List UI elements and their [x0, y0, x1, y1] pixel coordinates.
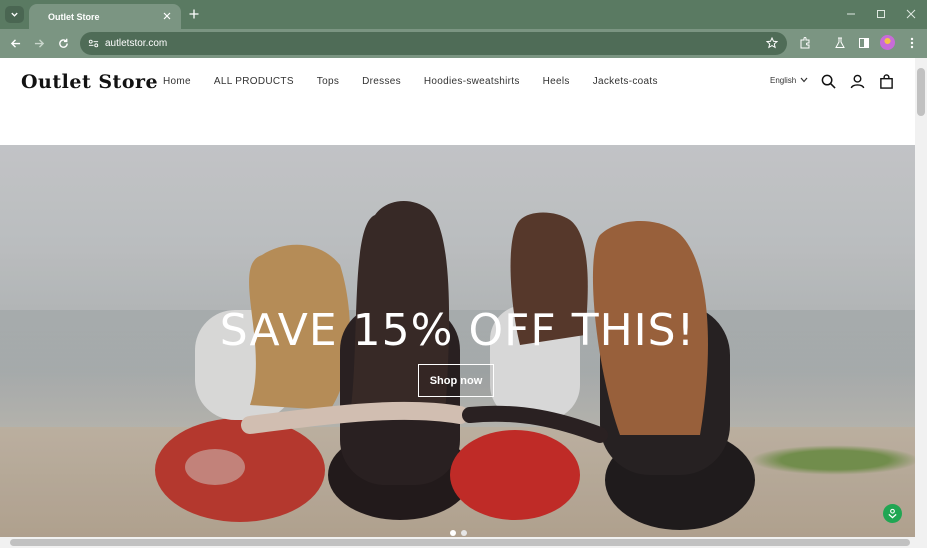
labs-icon[interactable] — [832, 35, 848, 51]
close-icon[interactable] — [160, 9, 174, 23]
close-window-icon[interactable] — [903, 6, 919, 22]
url-text[interactable]: autletstor.com — [105, 38, 167, 49]
slider-dot-2[interactable] — [461, 530, 467, 536]
search-icon[interactable] — [819, 72, 837, 90]
language-selector[interactable]: English — [770, 76, 808, 85]
shop-now-button[interactable]: Shop now — [418, 364, 494, 397]
star-icon[interactable] — [765, 36, 779, 50]
language-label: English — [770, 76, 797, 85]
account-icon[interactable] — [848, 72, 866, 90]
tab-strip: Outlet Store — [0, 0, 927, 29]
store-page: Outlet Store Home ALL PRODUCTS Tops Dres… — [0, 58, 915, 537]
slider-dots — [450, 530, 467, 536]
slider-dot-1[interactable] — [450, 530, 456, 536]
maximize-icon[interactable] — [873, 6, 889, 22]
nav-all-products[interactable]: ALL PRODUCTS — [214, 76, 294, 87]
nav-jackets-coats[interactable]: Jackets-coats — [593, 76, 658, 87]
tab-active[interactable]: Outlet Store — [29, 4, 181, 29]
nav-tops[interactable]: Tops — [317, 76, 339, 87]
nav-heels[interactable]: Heels — [543, 76, 570, 87]
side-panel-icon[interactable] — [856, 35, 872, 51]
nav-dresses[interactable]: Dresses — [362, 76, 401, 87]
cart-icon[interactable] — [877, 72, 895, 90]
vertical-scroll-thumb[interactable] — [917, 68, 925, 116]
download-icon[interactable] — [883, 504, 902, 523]
minimize-icon[interactable] — [843, 6, 859, 22]
hero-headline: SAVE 15% OFF THIS! — [219, 305, 696, 356]
vertical-scrollbar[interactable] — [915, 58, 927, 537]
reload-icon[interactable] — [55, 35, 71, 51]
browser-chrome: Outlet Store autletstor.com — [0, 0, 927, 58]
profile-avatar[interactable] — [880, 35, 895, 50]
forward-icon[interactable] — [31, 35, 47, 51]
horizontal-scrollbar[interactable] — [0, 537, 927, 548]
address-bar[interactable]: autletstor.com — [80, 32, 787, 55]
tab-search-icon[interactable] — [5, 6, 24, 23]
toolbar: autletstor.com — [0, 29, 927, 58]
nav-home[interactable]: Home — [163, 76, 191, 87]
tab-title: Outlet Store — [48, 11, 100, 22]
back-icon[interactable] — [7, 35, 23, 51]
menu-dots-icon[interactable] — [904, 35, 920, 51]
site-info-icon[interactable] — [86, 36, 100, 50]
store-logo[interactable]: Outlet Store — [21, 71, 158, 93]
chevron-down-icon — [800, 76, 808, 85]
hero-banner: SAVE 15% OFF THIS! Shop now — [0, 145, 915, 537]
main-nav: Home ALL PRODUCTS Tops Dresses Hoodies-s… — [163, 76, 658, 87]
horizontal-scroll-thumb[interactable] — [10, 539, 910, 546]
plus-icon[interactable] — [186, 6, 202, 22]
nav-hoodies-sweatshirts[interactable]: Hoodies-sweatshirts — [424, 76, 520, 87]
extensions-icon[interactable] — [797, 35, 813, 51]
